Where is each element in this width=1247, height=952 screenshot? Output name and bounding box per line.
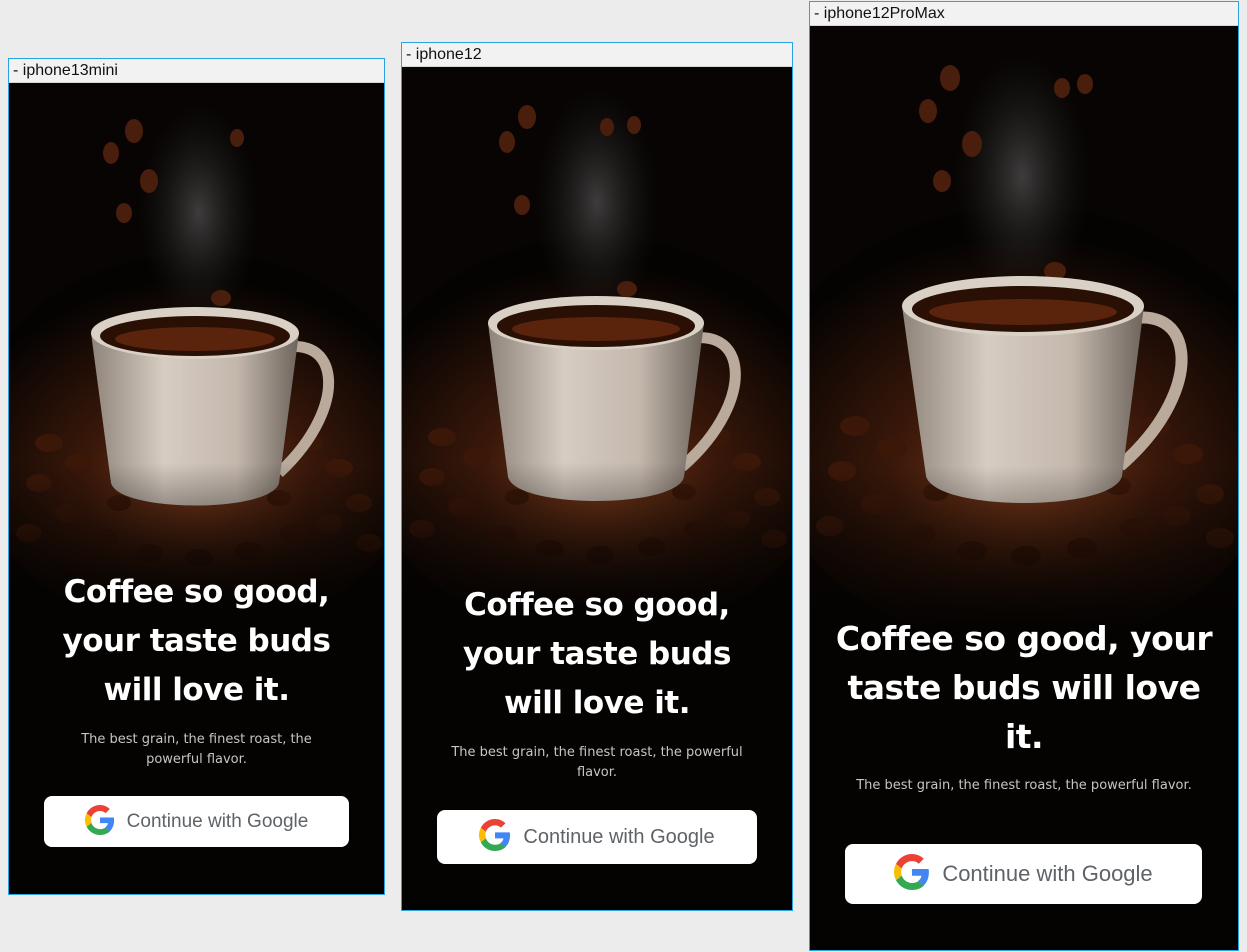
button-label: Continue with Google bbox=[523, 825, 715, 848]
artboard-label[interactable]: - iphone13mini bbox=[9, 59, 384, 83]
artboard-label[interactable]: - iphone12 bbox=[402, 43, 792, 67]
artboard-iphone12promax[interactable]: - iphone12ProMax Coffee so good, your ta… bbox=[809, 1, 1239, 951]
headline: Coffee so good, your taste buds will lov… bbox=[62, 574, 331, 708]
screen: Coffee so good, your taste buds will lov… bbox=[9, 83, 384, 894]
artboard-iphone13mini[interactable]: - iphone13mini Coffee so good, your tast… bbox=[8, 58, 385, 895]
button-label: Continue with Google bbox=[126, 810, 309, 832]
headline: Coffee so good, your taste buds will lov… bbox=[463, 587, 731, 721]
headline: Coffee so good, your taste buds will lov… bbox=[835, 619, 1213, 756]
coffee-cup-with-beans-image bbox=[402, 67, 792, 607]
artboard-iphone12[interactable]: - iphone12 Coffee so good, your taste bu… bbox=[401, 42, 793, 911]
google-logo-icon bbox=[894, 854, 930, 894]
subtitle: The best grain, the finest roast, the po… bbox=[451, 745, 743, 780]
screen: Coffee so good, your taste buds will lov… bbox=[402, 67, 792, 910]
google-logo-icon bbox=[84, 804, 115, 839]
coffee-cup-with-beans-image bbox=[810, 26, 1238, 626]
continue-with-google-button[interactable]: Continue with Google bbox=[437, 810, 757, 864]
google-logo-icon bbox=[479, 819, 511, 855]
continue-with-google-button[interactable]: Continue with Google bbox=[44, 796, 349, 847]
coffee-cup-with-beans-image bbox=[9, 83, 384, 603]
subtitle: The best grain, the finest roast, the po… bbox=[81, 732, 312, 767]
subtitle: The best grain, the finest roast, the po… bbox=[856, 778, 1192, 793]
button-label: Continue with Google bbox=[942, 861, 1153, 886]
continue-with-google-button[interactable]: Continue with Google bbox=[845, 844, 1202, 904]
artboard-label[interactable]: - iphone12ProMax bbox=[810, 2, 1238, 26]
screen: Coffee so good, your taste buds will lov… bbox=[810, 26, 1238, 950]
